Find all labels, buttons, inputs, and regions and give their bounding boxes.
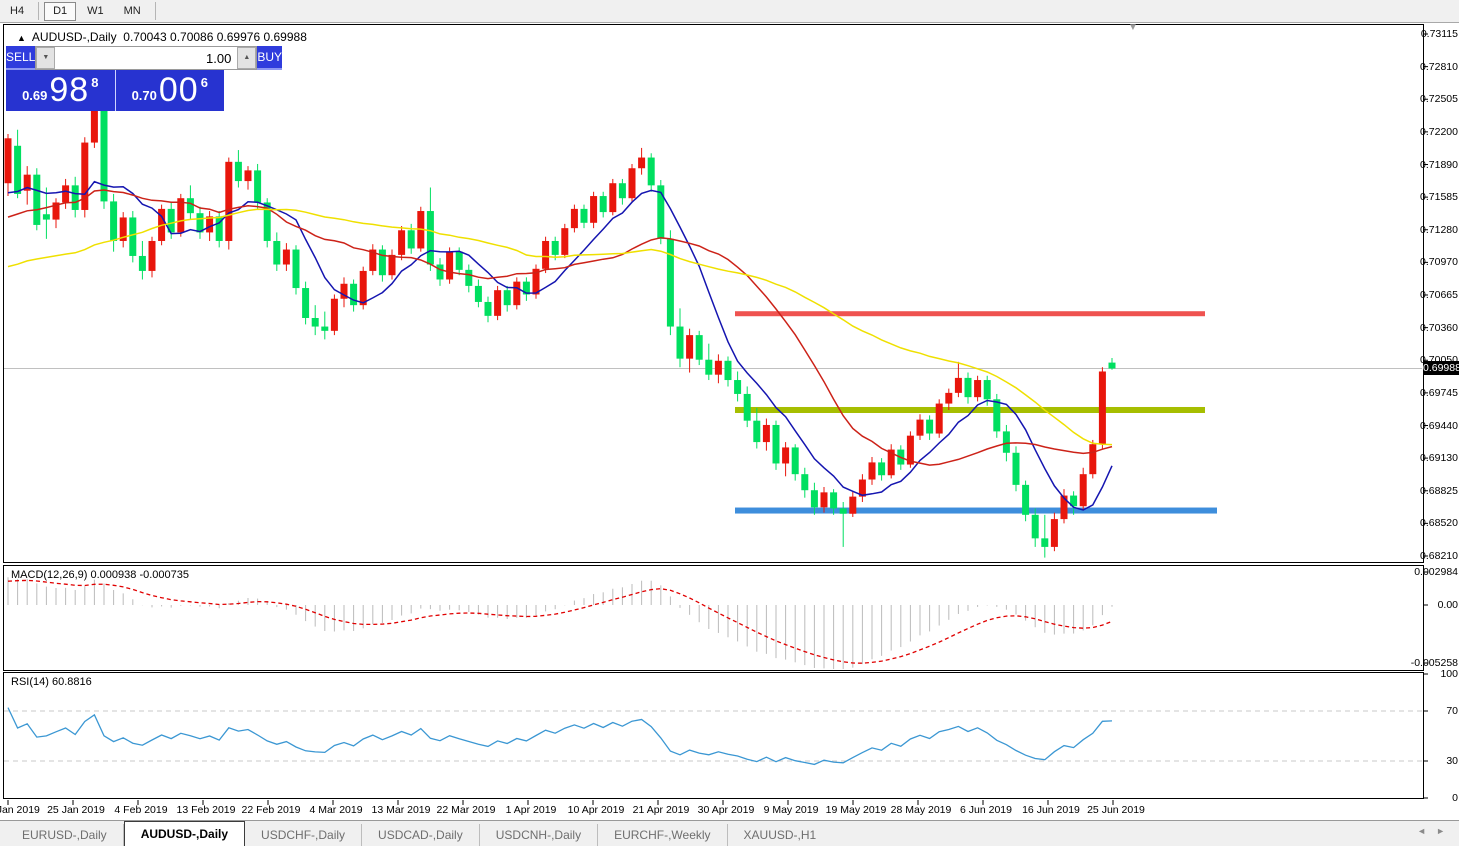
one-click-trading-widget: SELL ▼ ▲ BUY 0.69 98 8 0.70 00 6 — [6, 46, 224, 111]
date-axis-label: 4 Feb 2019 — [114, 804, 167, 816]
rsi-axis-label: 30 — [1446, 755, 1458, 767]
volume-increase-button[interactable]: ▲ — [237, 47, 256, 69]
price-axis-label: 0.69440 — [1420, 420, 1458, 432]
rsi-panel: RSI(14) 60.8816 — [3, 672, 1424, 799]
timeframe-button-d1[interactable]: D1 — [44, 2, 76, 21]
rsi-value: 60.8816 — [52, 676, 92, 688]
volume-control: ▼ ▲ — [35, 46, 257, 70]
price-axis-label: 0.70665 — [1420, 289, 1458, 301]
current-price-badge: 0.69988 — [1423, 361, 1459, 375]
chart-tab-usdcad-daily[interactable]: USDCAD-,Daily — [362, 824, 480, 846]
date-axis-label: 30 Apr 2019 — [698, 804, 755, 816]
macd-axis-label: 0.002984 — [1414, 566, 1458, 578]
rsi-axis-label: 0 — [1452, 792, 1458, 804]
date-axis-label: 4 Mar 2019 — [309, 804, 362, 816]
price-axis-label: 0.73115 — [1421, 28, 1458, 40]
price-axis-label: 0.69130 — [1420, 452, 1458, 464]
macd-label: MACD(12,26,9) 0.000938 -0.000735 — [11, 569, 189, 581]
macd-signal-value: -0.000735 — [139, 569, 189, 581]
chart-window: ▲ AUDUSD-,Daily 0.70043 0.70086 0.69976 0… — [3, 24, 1424, 800]
rsi-axis-label: 70 — [1446, 705, 1458, 717]
symbol-label: AUDUSD-,Daily — [32, 30, 117, 44]
chart-title: ▲ AUDUSD-,Daily 0.70043 0.70086 0.69976 0… — [17, 30, 307, 44]
price-axis-label: 0.72505 — [1420, 93, 1458, 105]
sell-price-pip: 8 — [91, 75, 98, 90]
buy-price-pip: 6 — [201, 75, 208, 90]
macd-panel: MACD(12,26,9) 0.000938 -0.000735 — [3, 565, 1424, 671]
tab-scroll-arrows: ◄► — [1417, 826, 1455, 836]
date-axis-label: 19 May 2019 — [826, 804, 887, 816]
date-axis-label: 13 Feb 2019 — [177, 804, 236, 816]
sell-price-button[interactable]: 0.69 98 8 — [6, 70, 116, 111]
buy-price-prefix: 0.70 — [132, 88, 157, 103]
toolbar-separator — [155, 2, 156, 20]
price-axis-label: 0.71585 — [1420, 191, 1458, 203]
sell-button[interactable]: SELL — [6, 46, 35, 70]
price-axis-label: 0.68210 — [1420, 550, 1458, 562]
chart-tab-audusd-daily[interactable]: AUDUSD-,Daily — [124, 821, 245, 846]
chart-tab-eurchf-weekly[interactable]: EURCHF-,Weekly — [598, 824, 727, 846]
ohlc-open: 0.70043 — [123, 30, 166, 44]
chart-tab-usdchf-daily[interactable]: USDCHF-,Daily — [245, 824, 362, 846]
timeframe-toolbar: H4 D1W1MN — [0, 0, 1459, 23]
date-axis-label: 22 Mar 2019 — [437, 804, 496, 816]
timeframe-button-w1[interactable]: W1 — [78, 2, 113, 21]
date-axis-label: 16 Jun 2019 — [1022, 804, 1080, 816]
price-axis-label: 0.72200 — [1420, 126, 1458, 138]
chart-tab-usdcnh-daily[interactable]: USDCNH-,Daily — [480, 824, 598, 846]
toolbar-separator — [38, 2, 39, 20]
collapse-trade-panel-icon[interactable]: ▲ — [17, 33, 26, 43]
chart-shift-marker-icon[interactable]: ▼ — [1128, 22, 1138, 33]
buy-price-button[interactable]: 0.70 00 6 — [116, 70, 225, 111]
macd-main-value: 0.000938 — [90, 569, 136, 581]
date-axis-label: 25 Jun 2019 — [1087, 804, 1145, 816]
date-axis-label: 28 May 2019 — [891, 804, 952, 816]
date-axis-label: 6 Jun 2019 — [960, 804, 1012, 816]
macd-axis-label: 0.00 — [1438, 599, 1458, 611]
date-axis-label: 9 May 2019 — [764, 804, 819, 816]
rsi-label: RSI(14) 60.8816 — [11, 676, 92, 688]
date-axis-label: 10 Apr 2019 — [568, 804, 625, 816]
price-axis-label: 0.71280 — [1420, 224, 1458, 236]
chart-tab-xauusd-h1[interactable]: XAUUSD-,H1 — [728, 824, 833, 846]
price-axis-label: 0.69745 — [1420, 387, 1458, 399]
sell-price-prefix: 0.69 — [22, 88, 47, 103]
timeframe-button-mn[interactable]: MN — [115, 2, 150, 21]
date-axis-label: 13 Mar 2019 — [372, 804, 431, 816]
date-axis-label: 22 Feb 2019 — [242, 804, 301, 816]
price-axis-label: 0.71890 — [1420, 159, 1458, 171]
price-axis-label: 0.70360 — [1420, 322, 1458, 334]
ohlc-close: 0.69988 — [263, 30, 306, 44]
timeframe-button-h4[interactable]: H4 — [1, 2, 33, 21]
tab-scroll-right-icon[interactable]: ► — [1436, 826, 1455, 836]
ohlc-low: 0.69976 — [217, 30, 260, 44]
buy-button[interactable]: BUY — [257, 46, 282, 70]
chart-tab-bar: EURUSD-,DailyAUDUSD-,DailyUSDCHF-,DailyU… — [0, 820, 1459, 846]
buy-price-big: 00 — [159, 71, 199, 110]
price-axis-label: 0.72810 — [1420, 61, 1458, 73]
rsi-axis-label: 100 — [1440, 668, 1458, 680]
price-axis-label: 0.70970 — [1420, 256, 1458, 268]
date-axis-label: 1 Apr 2019 — [506, 804, 557, 816]
date-axis-label: 21 Apr 2019 — [633, 804, 690, 816]
volume-decrease-button[interactable]: ▼ — [36, 47, 55, 69]
price-axis-label: 0.68825 — [1420, 485, 1458, 497]
date-axis-label: 16 Jan 2019 — [0, 804, 40, 816]
price-panel: ▲ AUDUSD-,Daily 0.70043 0.70086 0.69976 0… — [3, 24, 1424, 563]
sell-price-big: 98 — [49, 71, 89, 110]
price-axis-label: 0.68520 — [1420, 517, 1458, 529]
tab-scroll-left-icon[interactable]: ◄ — [1417, 826, 1436, 836]
date-axis-label: 25 Jan 2019 — [47, 804, 105, 816]
chart-tab-eurusd-daily[interactable]: EURUSD-,Daily — [6, 824, 124, 846]
date-axis[interactable]: 16 Jan 2019 25 Jan 2019 4 Feb 2019 13 Feb 2… — [3, 800, 1424, 818]
volume-input[interactable] — [55, 47, 237, 69]
ohlc-high: 0.70086 — [170, 30, 213, 44]
